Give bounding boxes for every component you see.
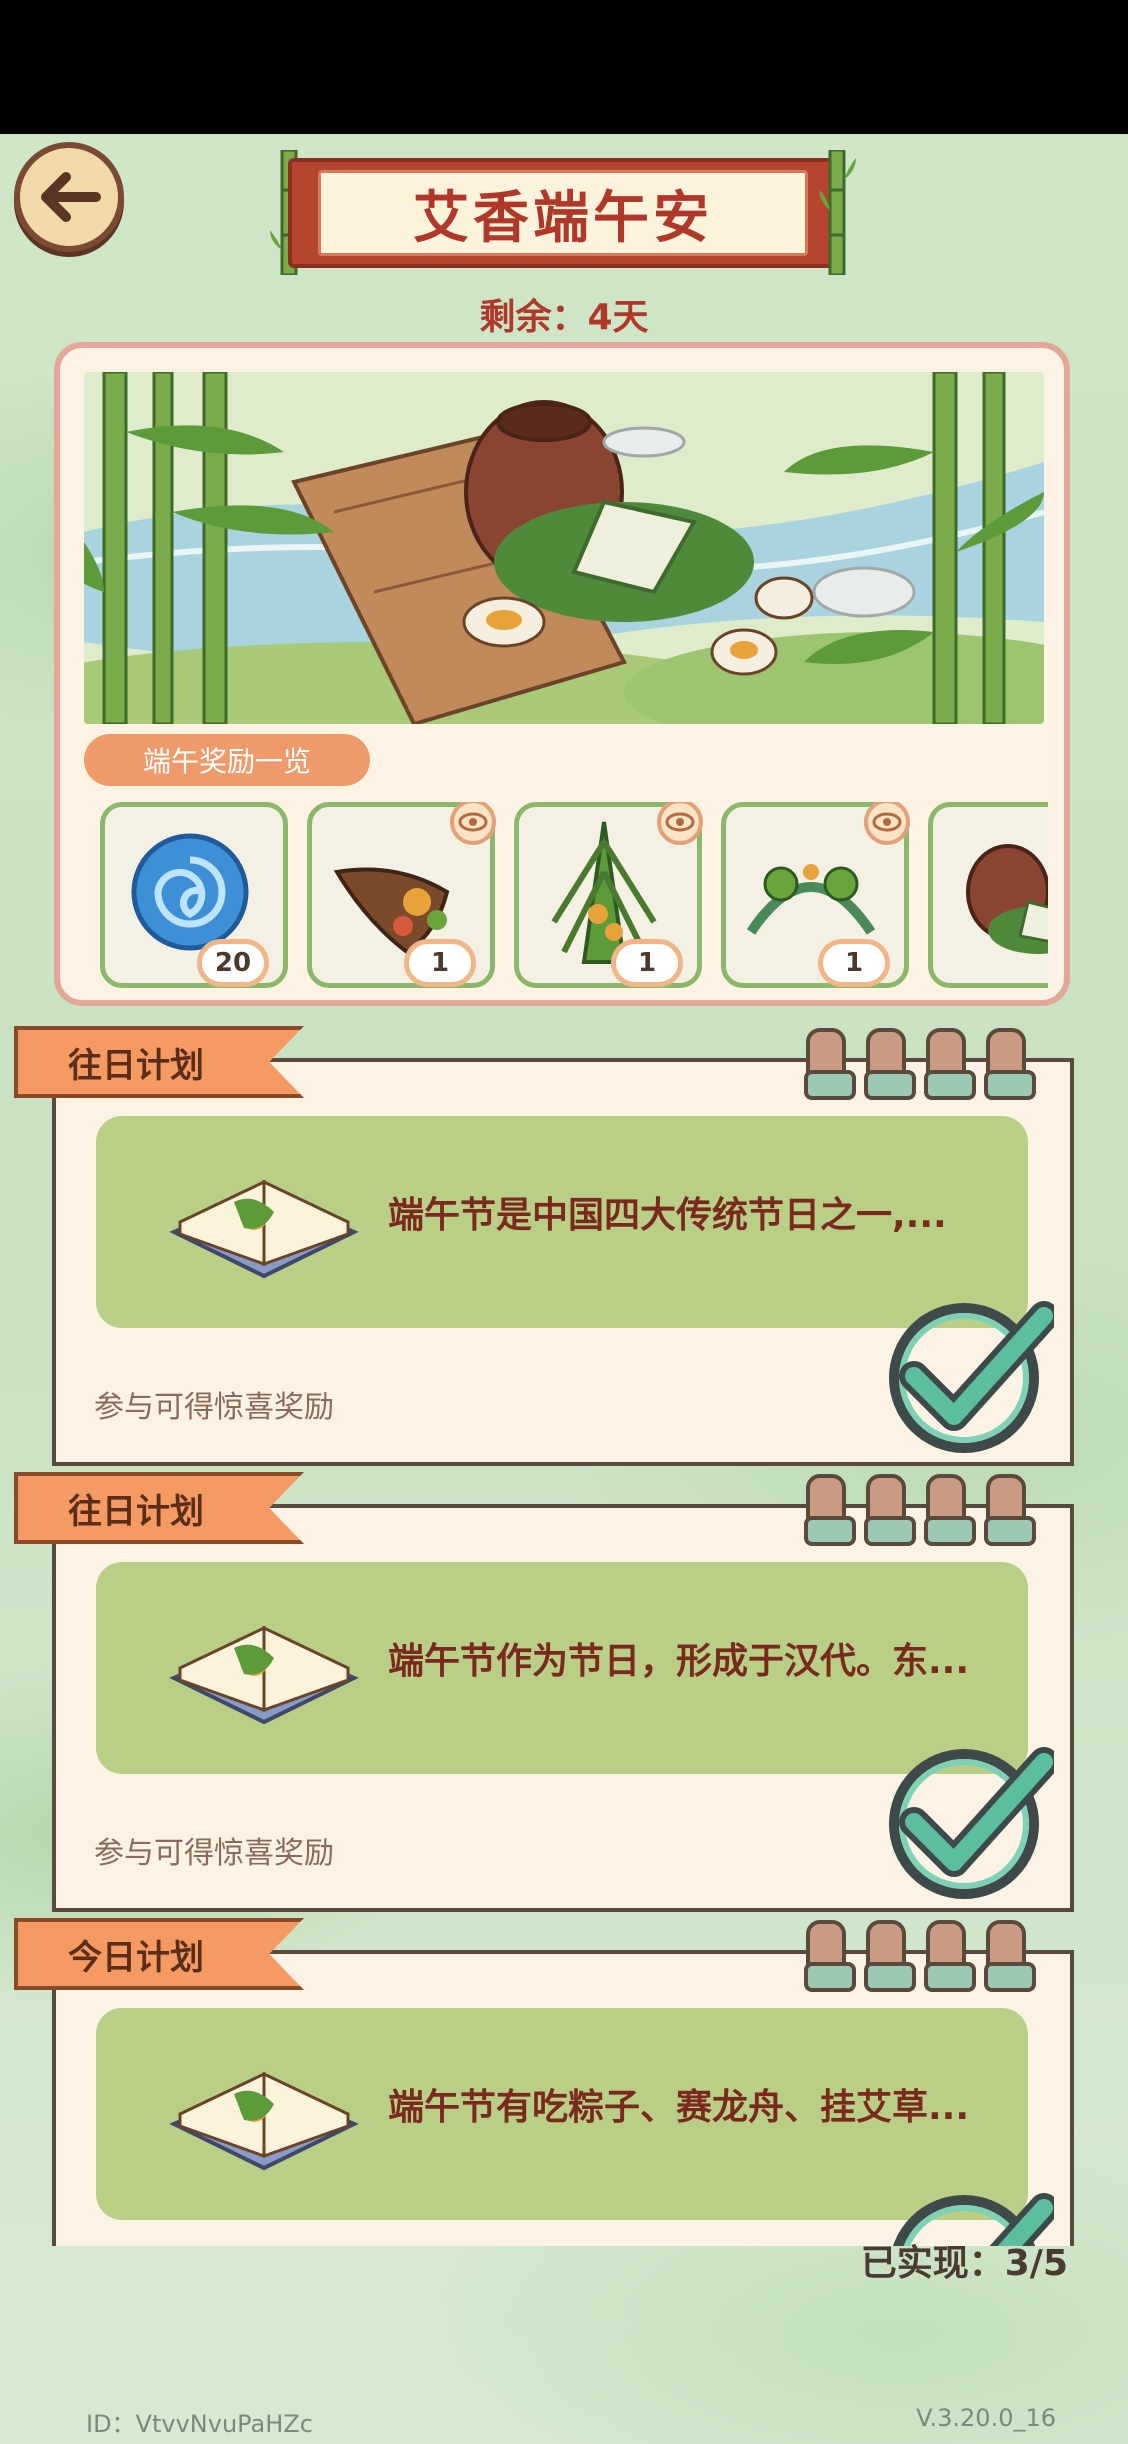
back-button[interactable] xyxy=(14,142,124,252)
title-banner: 艾香端午安 xyxy=(268,150,858,275)
app-version: V.3.20.0_16 xyxy=(916,2404,1056,2432)
plan-tab: 今日计划 xyxy=(14,1918,304,1990)
reward-item[interactable]: 1 xyxy=(721,802,910,988)
rewards-overview-tag[interactable]: 端午奖励一览 xyxy=(84,734,370,786)
notebook-rings xyxy=(794,1474,1036,1546)
reward-items-list[interactable]: 20 1 1 1 xyxy=(100,802,1048,994)
page-title: 艾香端午安 xyxy=(318,170,808,256)
plan-card: 今日计划 端午节有吃粽子、赛龙舟、挂艾草... xyxy=(14,1918,1074,2246)
remaining-days: 剩余：4天 xyxy=(479,297,649,338)
dragon-boat-scene-image xyxy=(84,372,1044,724)
checkmark-icon xyxy=(889,1301,1054,1453)
scroll-area[interactable]: 艾香端午安 剩余：4天 端午奖励一览 20 1 1 1 往日计划 端午节是中国四… xyxy=(0,0,1128,2246)
plan-description: 端午节有吃粽子、赛龙舟、挂艾草... xyxy=(388,2087,970,2128)
plan-hint: 参与可得惊喜奖励 xyxy=(94,1390,334,1425)
plan-tab: 往日计划 xyxy=(14,1026,304,1098)
reward-item[interactable]: 1 xyxy=(514,802,703,988)
achieved-progress: 已实现：3/5 xyxy=(860,2243,1068,2284)
reward-count: 1 xyxy=(404,939,476,987)
reward-item[interactable]: 20 xyxy=(100,802,288,988)
jar-zongzi-icon xyxy=(966,844,1048,954)
reward-count: 1 xyxy=(611,939,683,987)
book-icon xyxy=(169,2071,359,2171)
reward-item[interactable] xyxy=(928,802,1048,988)
notebook-rings xyxy=(794,1920,1036,1992)
reward-item[interactable]: 1 xyxy=(307,802,496,988)
plan-description: 端午节是中国四大传统节日之一,... xyxy=(388,1195,947,1236)
arrow-left-icon xyxy=(41,172,101,222)
bamboo-icon xyxy=(819,150,856,275)
plan-hint: 参与可得惊喜奖励 xyxy=(94,1836,334,1871)
reward-panel: 端午奖励一览 20 1 1 1 xyxy=(54,342,1070,1006)
plan-description: 端午节作为节日，形成于汉代。东... xyxy=(388,1641,970,1682)
reward-count: 1 xyxy=(818,939,890,987)
book-icon xyxy=(169,1179,359,1279)
plan-card: 往日计划 端午节作为节日，形成于汉代。东... 参与可得惊喜奖励 xyxy=(14,1472,1074,1912)
plan-tab: 往日计划 xyxy=(14,1472,304,1544)
checkmark-icon xyxy=(889,1747,1054,1899)
plan-card: 往日计划 端午节是中国四大传统节日之一,... 参与可得惊喜奖励 xyxy=(14,1026,1074,1466)
user-id: ID：VtvvNvuPaHZc xyxy=(86,2410,313,2438)
book-icon xyxy=(169,1625,359,1725)
reward-count: 20 xyxy=(197,939,269,987)
notebook-rings xyxy=(794,1028,1036,1100)
event-illustration xyxy=(84,372,1044,724)
